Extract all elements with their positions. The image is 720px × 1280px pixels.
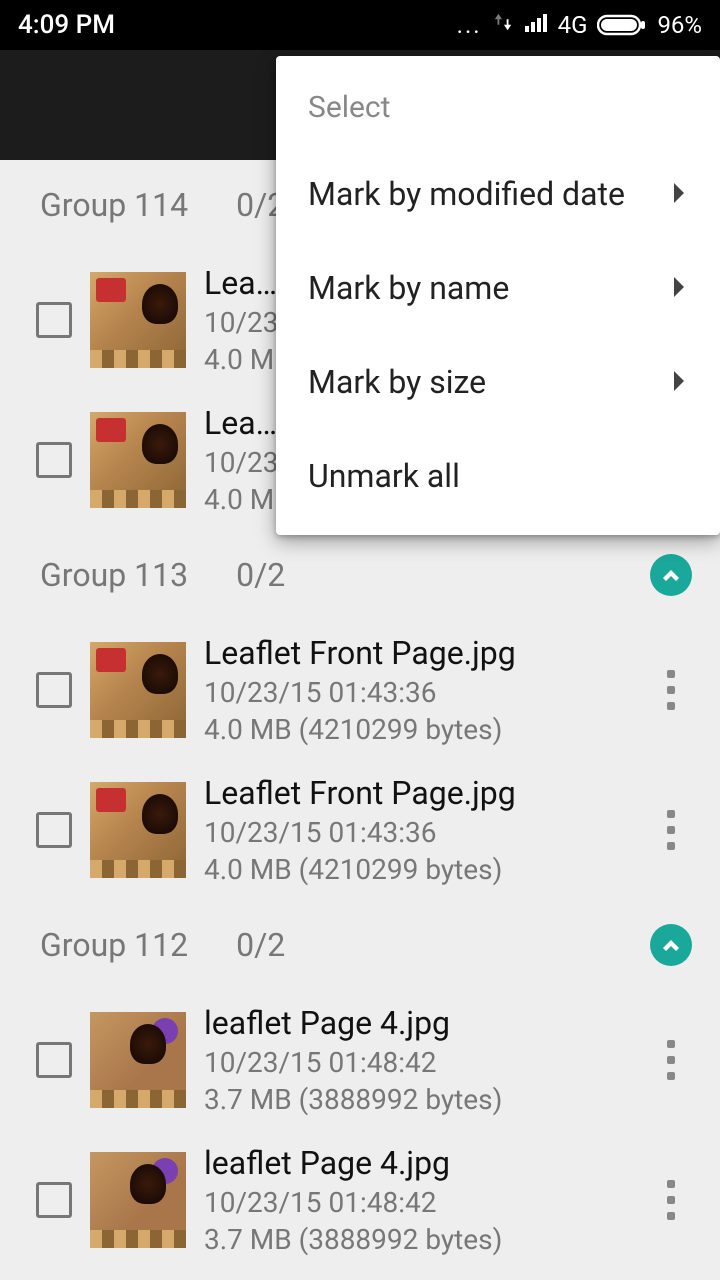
file-size: 3.7 MB (3888992 bytes) xyxy=(204,1083,646,1116)
file-size: 4.0 MB xyxy=(204,343,284,376)
file-checkbox[interactable] xyxy=(36,442,72,478)
file-name: Leaflet Front Page.jpg xyxy=(204,634,646,672)
file-item[interactable]: Leaflet Front Page.jpg 10/23/15 01:43:36 4… xyxy=(0,620,720,760)
file-checkbox[interactable] xyxy=(36,672,72,708)
file-item[interactable]: Leaflet Front Page.jpg 10/23/15 01:43:36 4… xyxy=(0,760,720,900)
item-overflow-button[interactable] xyxy=(646,1170,696,1230)
chevron-right-icon xyxy=(672,363,688,401)
battery-percentage: 96% xyxy=(657,11,702,39)
file-name: leaflet Page 4.jpg xyxy=(204,1144,646,1182)
popup-item-label: Mark by size xyxy=(308,363,486,401)
file-size: 4.0 MB (4210299 bytes) xyxy=(204,853,646,886)
popup-item-unmark-all[interactable]: Unmark all xyxy=(276,429,720,523)
file-size: 3.7 MB (3888992 bytes) xyxy=(204,1223,646,1256)
group-title: Group 112 xyxy=(40,926,188,964)
select-popup-menu: Select Mark by modified date Mark by name… xyxy=(276,56,720,535)
item-overflow-button[interactable] xyxy=(646,1030,696,1090)
chevron-right-icon xyxy=(672,269,688,307)
file-name: Leaflet Front Page.jpg xyxy=(204,774,646,812)
popup-item-label: Unmark all xyxy=(308,457,460,495)
status-right: ... 4G 96% xyxy=(457,10,702,41)
file-name: Leafle xyxy=(204,264,284,302)
chevron-right-icon xyxy=(672,175,688,213)
group-header[interactable]: Group 113 0/2 xyxy=(0,530,720,620)
file-thumbnail xyxy=(90,642,186,738)
file-item[interactable]: leaflet Page 4.jpg 10/23/15 01:48:42 3.7 M… xyxy=(0,1130,720,1270)
item-overflow-button[interactable] xyxy=(646,800,696,860)
file-size: 4.0 MB xyxy=(204,483,284,516)
file-checkbox[interactable] xyxy=(36,1182,72,1218)
popup-item-label: Mark by modified date xyxy=(308,175,625,213)
file-checkbox[interactable] xyxy=(36,812,72,848)
status-bar: 4:09 PM ... 4G 96% xyxy=(0,0,720,50)
file-info: leaflet Page 4.jpg 10/23/15 01:48:42 3.7 M… xyxy=(204,1144,646,1256)
group-count: 0/2 xyxy=(236,926,285,964)
file-thumbnail xyxy=(90,412,186,508)
file-info: leaflet Page 4.jpg 10/23/15 01:48:42 3.7 M… xyxy=(204,1004,646,1116)
battery-icon xyxy=(597,13,647,37)
popup-item-mark-by-name[interactable]: Mark by name xyxy=(276,241,720,335)
file-name: Leafle xyxy=(204,404,284,442)
popup-item-mark-by-size[interactable]: Mark by size xyxy=(276,335,720,429)
file-info: Leaflet Front Page.jpg 10/23/15 01:43:36 4… xyxy=(204,774,646,886)
file-date: 10/23/15 01:43:36 xyxy=(204,676,646,709)
collapse-button[interactable] xyxy=(650,924,692,966)
popup-item-label: Mark by name xyxy=(308,269,509,307)
group-title: Group 114 xyxy=(40,186,188,224)
file-info: Leaflet Front Page.jpg 10/23/15 01:43:36 4… xyxy=(204,634,646,746)
file-date: 10/23 xyxy=(204,446,284,479)
signal-icon xyxy=(524,10,548,41)
file-thumbnail xyxy=(90,1152,186,1248)
item-overflow-button[interactable] xyxy=(646,660,696,720)
network-type: 4G xyxy=(558,11,588,39)
file-thumbnail xyxy=(90,1012,186,1108)
file-size: 4.0 MB (4210299 bytes) xyxy=(204,713,646,746)
more-dots-icon: ... xyxy=(457,11,482,39)
file-checkbox[interactable] xyxy=(36,302,72,338)
group-count: 0/2 xyxy=(236,556,285,594)
popup-item-mark-by-modified-date[interactable]: Mark by modified date xyxy=(276,147,720,241)
collapse-button[interactable] xyxy=(650,554,692,596)
file-thumbnail xyxy=(90,272,186,368)
file-name: leaflet Page 4.jpg xyxy=(204,1004,646,1042)
file-item[interactable]: leaflet Page 4.jpg 10/23/15 01:48:42 3.7 M… xyxy=(0,990,720,1130)
group-header[interactable]: Group 112 0/2 xyxy=(0,900,720,990)
status-time: 4:09 PM xyxy=(18,10,115,40)
file-date: 10/23/15 01:43:36 xyxy=(204,816,646,849)
popup-title: Select xyxy=(276,76,720,147)
file-date: 10/23/15 01:48:42 xyxy=(204,1046,646,1079)
file-date: 10/23/15 01:48:42 xyxy=(204,1186,646,1219)
group-title: Group 113 xyxy=(40,556,188,594)
data-arrows-icon xyxy=(492,10,514,40)
file-thumbnail xyxy=(90,782,186,878)
file-date: 10/23 xyxy=(204,306,284,339)
file-checkbox[interactable] xyxy=(36,1042,72,1078)
